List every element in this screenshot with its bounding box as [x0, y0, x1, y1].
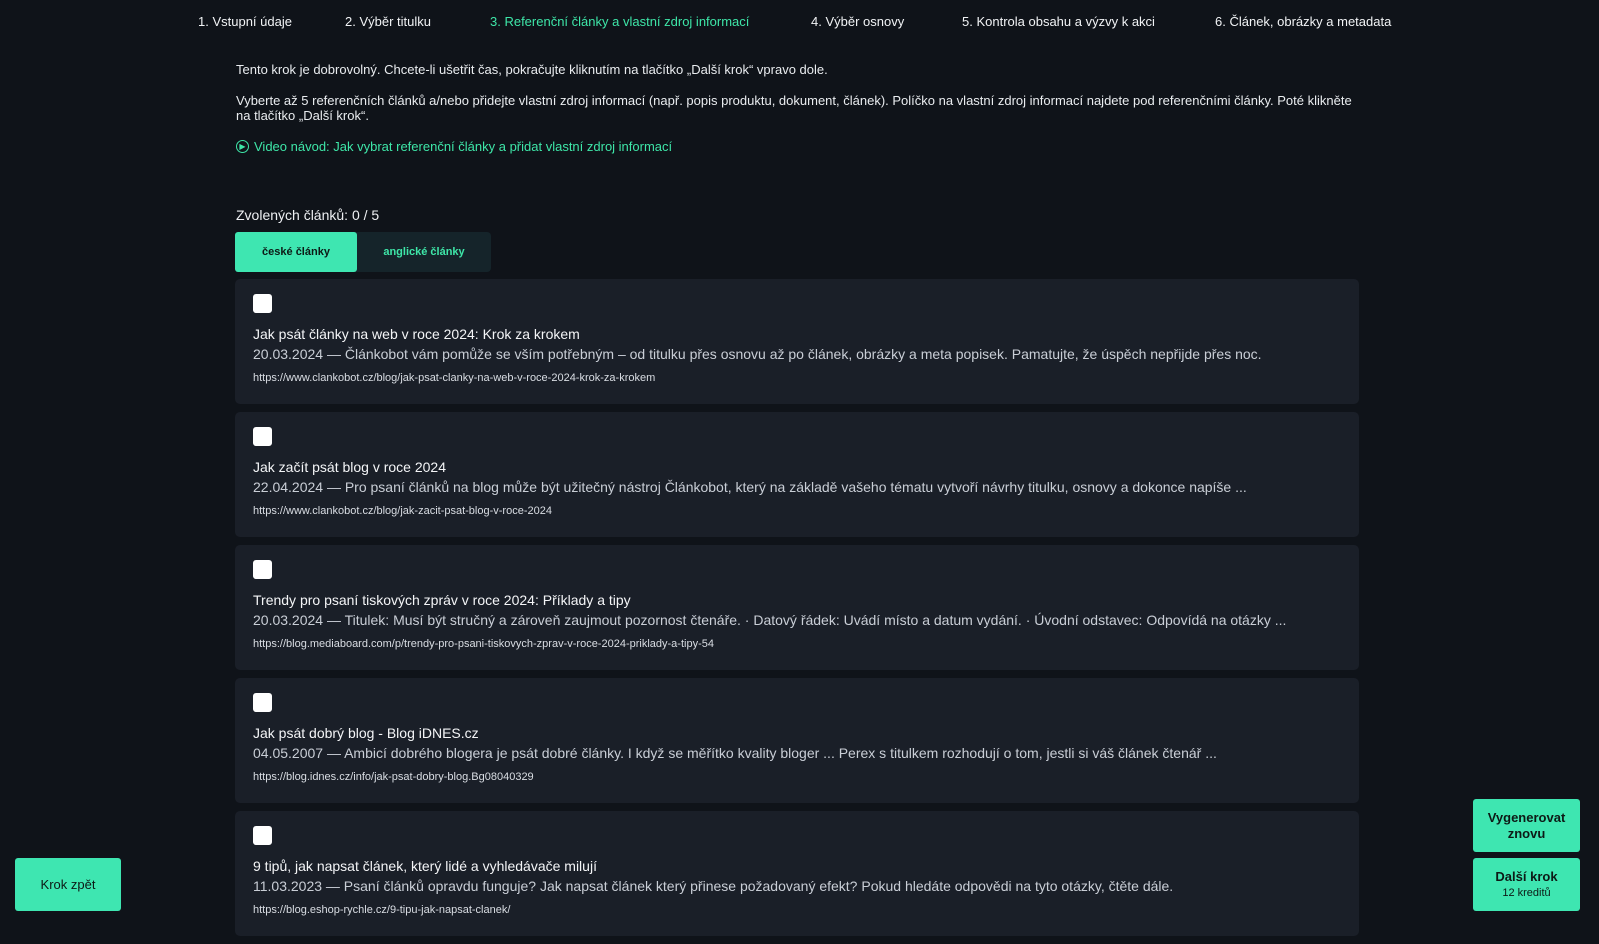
- regenerate-label-line2: znovu: [1507, 825, 1546, 841]
- article-card: Jak začít psát blog v roce 2024 22.04.20…: [235, 412, 1359, 537]
- article-checkbox[interactable]: [253, 826, 272, 845]
- video-tutorial-label: Video návod: Jak vybrat referenční článk…: [254, 139, 673, 154]
- article-card: Jak psát dobrý blog - Blog iDNES.cz 04.0…: [235, 678, 1359, 803]
- intro-instructions: Vyberte až 5 referenčních článků a/nebo …: [236, 93, 1352, 123]
- article-card: Jak psát články na web v roce 2024: Krok…: [235, 279, 1359, 404]
- article-card: 9 tipů, jak napsat článek, který lidé a …: [235, 811, 1359, 936]
- tab-english-articles[interactable]: anglické články: [357, 232, 491, 272]
- article-url[interactable]: https://blog.eshop-rychle.cz/9-tipu-jak-…: [253, 904, 510, 916]
- video-info-icon: ▶: [236, 140, 249, 153]
- article-checkbox[interactable]: [253, 427, 272, 446]
- article-checkbox[interactable]: [253, 560, 272, 579]
- article-checkbox[interactable]: [253, 693, 272, 712]
- tab-czech-articles[interactable]: české články: [235, 232, 357, 272]
- step-6-article[interactable]: 6. Článek, obrázky a metadata: [1215, 14, 1391, 29]
- step-3-references[interactable]: 3. Referenční články a vlastní zdroj inf…: [490, 14, 749, 29]
- selected-articles-count: Zvolených článků: 0 / 5: [236, 207, 380, 223]
- article-description: 22.04.2024 — Pro psaní článků na blog mů…: [253, 479, 1247, 495]
- article-url[interactable]: https://www.clankobot.cz/blog/jak-zacit-…: [253, 505, 552, 517]
- article-url[interactable]: https://blog.mediaboard.com/p/trendy-pro…: [253, 638, 714, 650]
- article-description: 11.03.2023 — Psaní článků opravdu funguj…: [253, 878, 1174, 894]
- article-url[interactable]: https://www.clankobot.cz/blog/jak-psat-c…: [253, 372, 655, 384]
- step-2-title[interactable]: 2. Výběr titulku: [345, 14, 431, 29]
- intro-optional-note: Tento krok je dobrovolný. Chcete-li ušet…: [236, 62, 828, 77]
- article-description: 04.05.2007 — Ambicí dobrého blogera je p…: [253, 745, 1217, 761]
- regenerate-button[interactable]: Vygenerovat znovu: [1473, 799, 1580, 852]
- next-step-button[interactable]: Další krok 12 kreditů: [1473, 858, 1580, 911]
- next-step-label: Další krok: [1495, 868, 1558, 884]
- next-step-credits: 12 kreditů: [1502, 886, 1551, 899]
- article-title: Jak psát články na web v roce 2024: Krok…: [253, 326, 580, 342]
- intro-text: Tento krok je dobrovolný. Chcete-li ušet…: [236, 62, 1361, 139]
- article-description: 20.03.2024 — Článkobot vám pomůže se vší…: [253, 346, 1262, 362]
- back-button[interactable]: Krok zpět: [15, 858, 121, 911]
- video-tutorial-link[interactable]: ▶ Video návod: Jak vybrat referenční člá…: [236, 139, 672, 154]
- article-description: 20.03.2024 — Titulek: Musí být stručný a…: [253, 612, 1287, 628]
- wizard-steps: 1. Vstupní údaje 2. Výběr titulku 3. Ref…: [0, 14, 1599, 34]
- step-5-content-check[interactable]: 5. Kontrola obsahu a výzvy k akci: [962, 14, 1155, 29]
- step-4-outline[interactable]: 4. Výběr osnovy: [811, 14, 904, 29]
- reference-articles-list: Jak psát články na web v roce 2024: Krok…: [235, 279, 1359, 944]
- regenerate-label-line1: Vygenerovat: [1487, 809, 1566, 825]
- article-card: Trendy pro psaní tiskových zpráv v roce …: [235, 545, 1359, 670]
- language-tabs: české články anglické články: [235, 232, 491, 272]
- article-title: Jak začít psát blog v roce 2024: [253, 459, 446, 475]
- step-1-input[interactable]: 1. Vstupní údaje: [198, 14, 292, 29]
- article-checkbox[interactable]: [253, 294, 272, 313]
- back-button-label: Krok zpět: [40, 876, 96, 892]
- article-title: Trendy pro psaní tiskových zpráv v roce …: [253, 592, 631, 608]
- article-title: Jak psát dobrý blog - Blog iDNES.cz: [253, 725, 479, 741]
- article-title: 9 tipů, jak napsat článek, který lidé a …: [253, 858, 597, 874]
- article-url[interactable]: https://blog.idnes.cz/info/jak-psat-dobr…: [253, 771, 534, 783]
